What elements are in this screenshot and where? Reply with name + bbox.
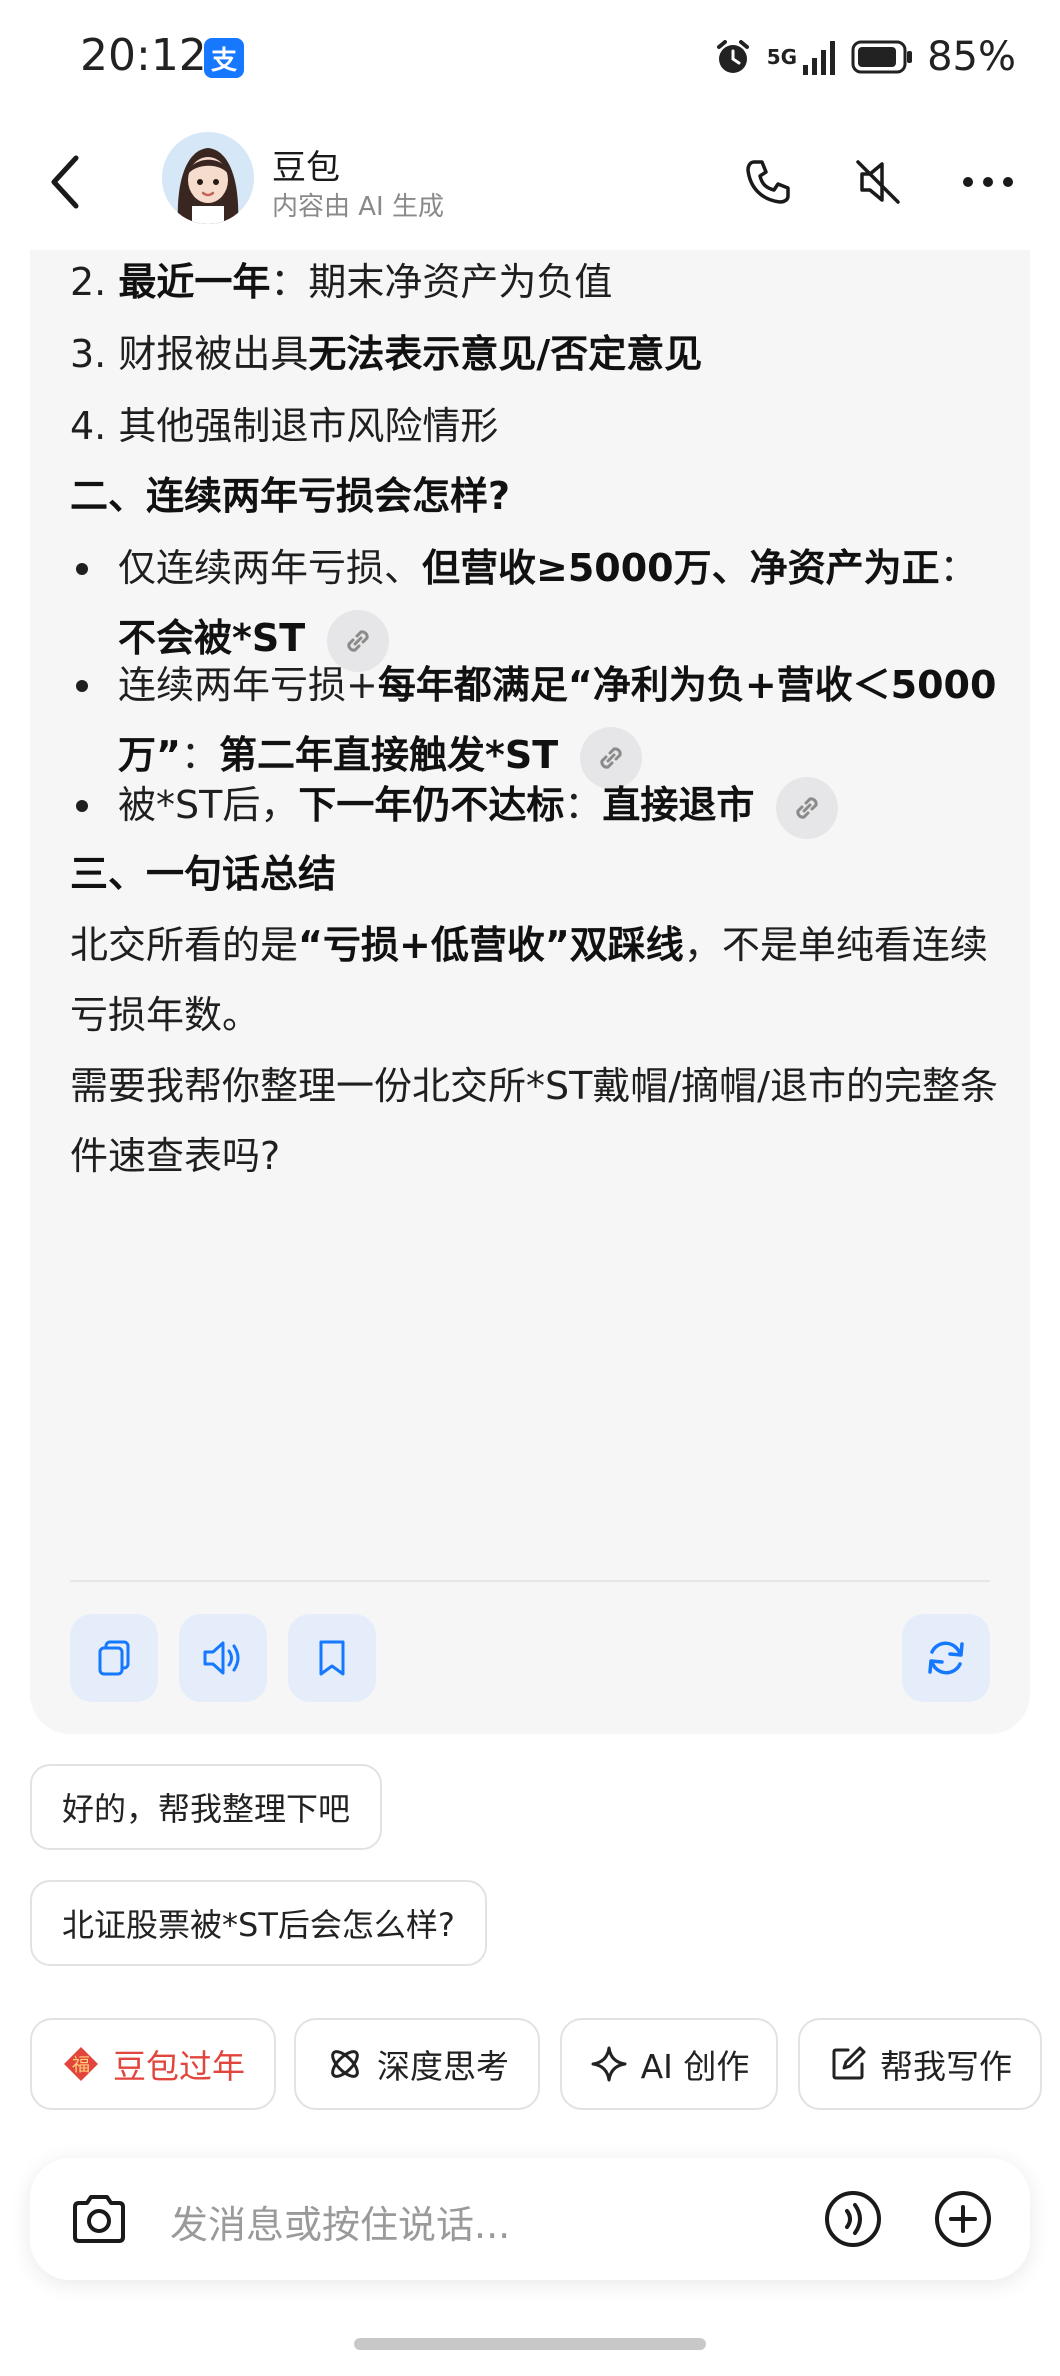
bullet-item-2: 连续两年亏损+每年都满足“净利为负+营收＜5000万”：第二年直接触发*ST xyxy=(70,650,1000,790)
more-options-button[interactable] xyxy=(930,2186,996,2252)
speaker-muted-icon xyxy=(856,160,900,204)
follow-up-question: 需要我帮你整理一份北交所*ST戴帽/摘帽/退市的完整条件速查表吗? xyxy=(70,1064,998,1178)
more-icon xyxy=(963,177,1013,187)
voice-call-button[interactable] xyxy=(820,2186,886,2252)
summary-text: 北交所看的是“亏损+低营收”双踩线，不是单纯看连续亏损年数。 xyxy=(70,923,988,1037)
section-heading-3: 三、一句话总结 xyxy=(70,852,337,896)
signal-icon xyxy=(803,41,836,75)
link-icon xyxy=(796,796,819,819)
battery-icon xyxy=(851,40,913,74)
suggestion-chip[interactable]: 北证股票被*ST后会怎么样? xyxy=(30,1880,487,1966)
chevron-left-icon xyxy=(51,155,79,209)
camera-button[interactable] xyxy=(66,2186,132,2252)
read-aloud-button[interactable] xyxy=(179,1614,267,1702)
source-link-button[interactable] xyxy=(776,776,839,839)
copy-icon xyxy=(98,1640,130,1676)
message-input[interactable]: 发消息或按住说话... xyxy=(170,2194,510,2249)
bookmark-button[interactable] xyxy=(288,1614,376,1702)
home-indicator[interactable] xyxy=(354,2338,706,2350)
bookmark-icon xyxy=(319,1640,345,1676)
svg-text:福: 福 xyxy=(72,2055,90,2076)
tool-spring-festival[interactable]: 福 豆包过年 xyxy=(30,2018,276,2110)
network-label: 5G xyxy=(766,45,798,69)
bot-name: 豆包 xyxy=(272,148,340,188)
mute-button[interactable] xyxy=(846,150,910,214)
avatar-illustration xyxy=(162,132,254,224)
voice-wave-icon xyxy=(825,2191,881,2247)
avatar[interactable] xyxy=(162,132,254,224)
sparkle-icon xyxy=(591,2046,627,2082)
back-button[interactable] xyxy=(36,152,96,212)
plus-icon xyxy=(935,2191,991,2247)
battery-percent: 85% xyxy=(927,34,1016,80)
speaker-icon xyxy=(203,1641,240,1675)
fu-icon: 福 xyxy=(64,2047,98,2081)
chat-header: 豆包 内容由 AI 生成 xyxy=(0,120,1060,250)
tool-deep-think[interactable]: 深度思考 xyxy=(294,2018,540,2110)
edit-icon xyxy=(832,2046,866,2080)
bot-message-card: 2. 最近一年：期末净资产为负值 3. 财报被出具无法表示意见/否定意见 4. … xyxy=(30,250,1030,1734)
phone-icon xyxy=(746,160,790,204)
ai-generated-note: 内容由 AI 生成 xyxy=(272,192,444,222)
tool-write[interactable]: 帮我写作 xyxy=(798,2018,1042,2110)
alipay-icon: 支 xyxy=(204,38,244,78)
list-item-3: 3. 财报被出具无法表示意见/否定意见 xyxy=(70,332,703,376)
status-bar: 20:12 支 5G 85% xyxy=(0,0,1060,118)
divider xyxy=(70,1580,990,1582)
alarm-icon xyxy=(716,40,749,73)
camera-icon xyxy=(73,2195,125,2243)
suggestion-chip[interactable]: 好的，帮我整理下吧 xyxy=(30,1764,383,1850)
atom-icon xyxy=(331,2050,359,2078)
more-button[interactable] xyxy=(956,150,1020,214)
regenerate-button[interactable] xyxy=(902,1614,990,1702)
copy-button[interactable] xyxy=(70,1614,158,1702)
section-heading-2: 二、连续两年亏损会怎样? xyxy=(70,474,511,518)
status-time: 20:12 xyxy=(80,30,207,81)
message-input-bar: 发消息或按住说话... xyxy=(30,2158,1030,2280)
tool-ai-create[interactable]: AI 创作 xyxy=(560,2018,778,2110)
refresh-icon xyxy=(928,1641,964,1675)
call-button[interactable] xyxy=(736,150,800,214)
status-indicators: 5G 85% xyxy=(713,34,1016,80)
list-item-2: 2. 最近一年：期末净资产为负值 xyxy=(70,260,613,304)
list-item-4: 4. 其他强制退市风险情形 xyxy=(70,404,499,448)
bullet-item-3: 被*ST后，下一年仍不达标：直接退市 xyxy=(70,770,1000,840)
